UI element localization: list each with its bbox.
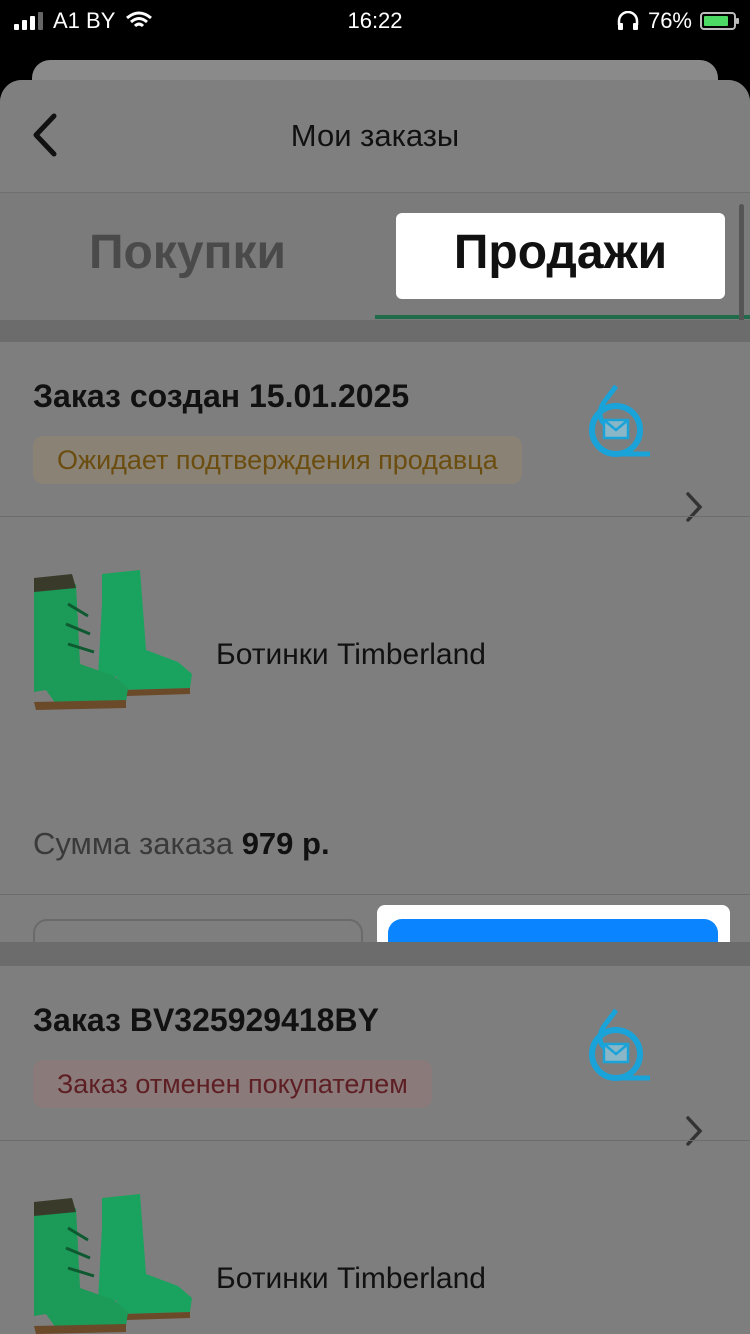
postal-carrier-logo-icon (589, 1008, 650, 1081)
tab-sales[interactable]: Продажи (396, 225, 725, 280)
order-sum: Сумма заказа 979 р. (33, 826, 330, 862)
divider (0, 516, 750, 517)
section-gap (0, 320, 750, 342)
chevron-right-icon[interactable] (684, 1114, 706, 1148)
divider (0, 1140, 750, 1141)
order-card[interactable]: Заказ создан 15.01.2025 Ожидает подтверж… (0, 342, 750, 940)
battery-percent: 76% (647, 8, 692, 33)
postal-carrier-logo-icon (589, 384, 650, 457)
order-card[interactable]: Заказ BV325929418BY Заказ отменен покупа… (0, 966, 750, 1334)
headphones-icon (617, 11, 639, 30)
section-gap (0, 942, 750, 966)
order-title: Заказ BV325929418BY (33, 1002, 379, 1038)
product-name[interactable]: Ботинки Timberland (216, 638, 486, 672)
page-title: Мои заказы (290, 118, 460, 153)
product-name[interactable]: Ботинки Timberland (216, 1262, 486, 1296)
battery-icon (700, 12, 739, 30)
tab-purchases[interactable]: Покупки (0, 225, 375, 280)
navigation-bar: Мои заказы (0, 80, 750, 193)
product-image-boots[interactable] (28, 564, 196, 712)
orders-sheet: Мои заказы Покупки Продажи Заказ создан … (0, 80, 750, 1334)
status-bar: A1 BY 16:22 76% (0, 0, 750, 44)
status-badge: Ожидает подтверждения продавца (33, 436, 522, 484)
chevron-right-icon[interactable] (684, 490, 706, 524)
active-tab-underline (375, 315, 750, 319)
order-title: Заказ создан 15.01.2025 (33, 378, 410, 414)
sum-label: Сумма заказа (33, 826, 234, 861)
status-badge: Заказ отменен покупателем (33, 1060, 432, 1108)
tab-bar: Покупки Продажи (0, 193, 750, 319)
sum-value: 979 р. (241, 826, 330, 861)
product-image-boots[interactable] (28, 1188, 196, 1334)
